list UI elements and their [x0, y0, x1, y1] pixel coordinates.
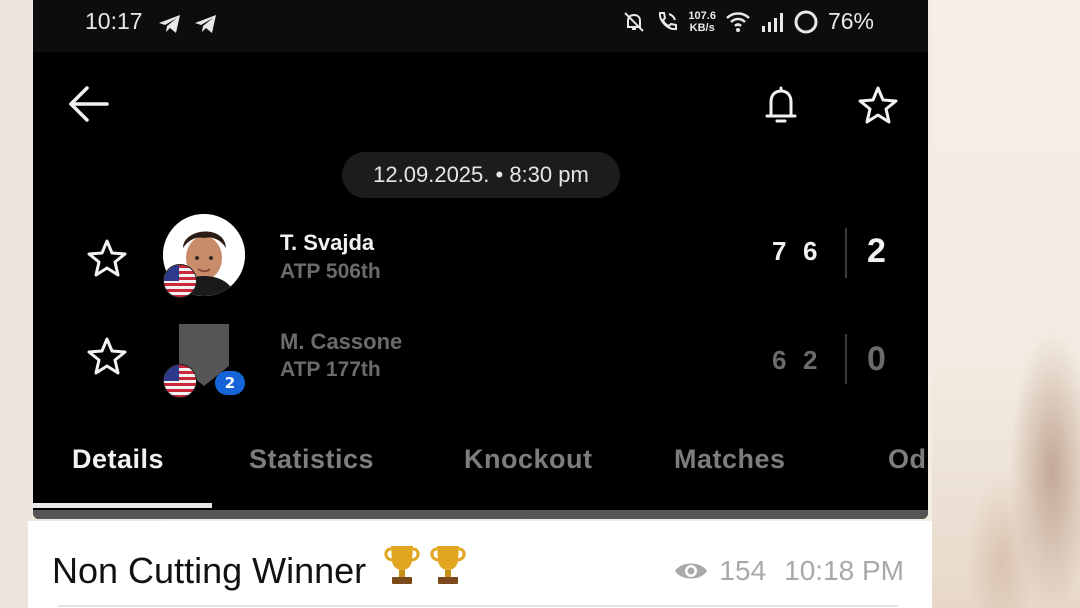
chat-background-right [932, 0, 1080, 608]
network-speed-unit: KB/s [689, 21, 715, 34]
tab-statistics[interactable]: Statistics [249, 444, 374, 475]
favorite-match-button[interactable] [857, 84, 899, 126]
network-speed-value: 107.6 [688, 9, 716, 22]
telegram-icon [159, 15, 180, 33]
message-text: Non Cutting Winner [52, 543, 468, 596]
usa-flag-icon [163, 264, 197, 298]
arrow-left-icon [69, 86, 109, 122]
player-avatar[interactable] [163, 214, 247, 298]
message-divider [58, 605, 898, 607]
status-bar: 10:17 107.6 KB/s 76% [33, 0, 928, 52]
usa-flag-icon [163, 364, 197, 398]
favorite-player-button[interactable] [85, 236, 129, 280]
wifi-calling-icon [659, 11, 678, 30]
match-datetime: 12.09.2025. • 8:30 pm [342, 152, 620, 198]
status-indicators: 107.6 KB/s 76% [622, 8, 874, 35]
view-count: 154 [719, 555, 767, 586]
message-caption: Non Cutting Winner [52, 550, 367, 591]
sets-won: 0 [867, 340, 886, 378]
player-avatar[interactable]: 2 [163, 318, 247, 402]
player-name[interactable]: T. Svajda [280, 230, 374, 256]
sets-won: 2 [867, 232, 886, 270]
active-tab-indicator [33, 503, 212, 508]
player-rank: ATP 177th [280, 358, 381, 381]
message-meta: 154 10:18 PM [673, 555, 904, 587]
status-time: 10:17 [85, 8, 143, 34]
signal-icon [761, 12, 783, 32]
set-score: 6 [803, 236, 818, 266]
set-score: 6 [772, 345, 787, 375]
image-bottom-edge [33, 510, 928, 519]
battery-ring-icon [794, 10, 818, 33]
message-bubble[interactable]: Non Cutting Winner 154 10:18 PM [28, 521, 932, 608]
tab-matches[interactable]: Matches [674, 444, 786, 475]
back-button[interactable] [65, 82, 113, 126]
star-outline-icon [87, 337, 127, 375]
score-divider [845, 228, 847, 278]
set-score: 7 [772, 236, 787, 266]
tab-odds[interactable]: Od [888, 444, 927, 475]
seed-badge: 2 [215, 371, 245, 395]
message-time: 10:18 PM [784, 555, 904, 586]
eye-icon [675, 563, 708, 579]
trophy-icon [382, 543, 422, 596]
favorite-player-button[interactable] [85, 334, 129, 378]
chat-background-left [0, 0, 32, 608]
wifi-icon [726, 11, 750, 32]
notification-bell-button[interactable] [761, 82, 801, 128]
telegram-icon [195, 15, 216, 33]
player-row[interactable]: T. Svajda ATP 506th 7 6 2 [33, 208, 928, 308]
notifications-off-icon [624, 11, 645, 32]
player-rank: ATP 506th [280, 260, 381, 283]
set-score: 2 [803, 345, 818, 375]
star-outline-icon [87, 239, 127, 277]
screenshot-image: 10:17 107.6 KB/s 76% 12.09.2025. • 8:30 … [33, 0, 928, 519]
tab-bar: Details Statistics Knockout Matches Od [33, 432, 928, 504]
player-name[interactable]: M. Cassone [280, 329, 402, 355]
bell-icon [765, 86, 797, 123]
player-row[interactable]: 2 M. Cassone ATP 177th 6 2 0 [33, 308, 928, 408]
star-outline-icon [858, 86, 898, 124]
tab-details[interactable]: Details [72, 444, 164, 475]
tab-knockout[interactable]: Knockout [464, 444, 593, 475]
battery-percent: 76% [827, 8, 874, 34]
score-divider [845, 334, 847, 384]
trophy-icon [428, 543, 468, 596]
network-speed: 107.6 KB/s [688, 10, 716, 34]
